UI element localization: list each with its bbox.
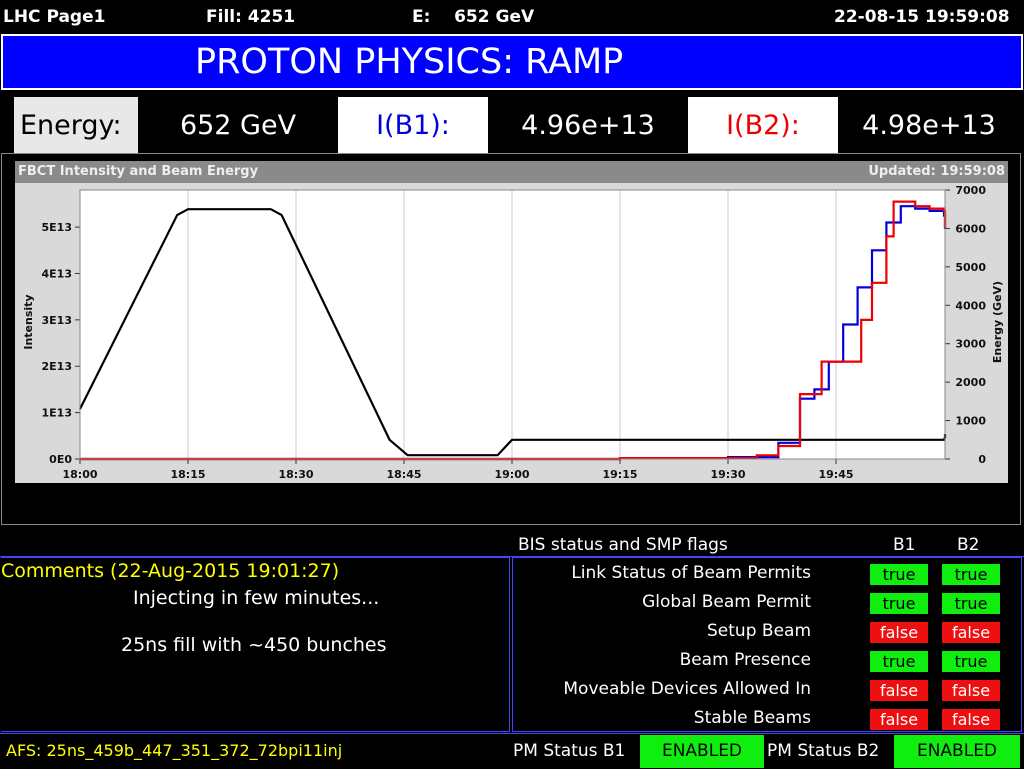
flag-label: Global Beam Permit	[642, 592, 811, 612]
flag-label: Link Status of Beam Permits	[571, 563, 811, 583]
flag-label: Stable Beams	[693, 708, 811, 728]
y2-axis-label: Energy (GeV)	[991, 281, 1004, 363]
y2-tick-label: 7000	[955, 184, 986, 197]
flag-b1-badge: false	[870, 709, 928, 730]
comment-line-2: 25ns fill with ~450 bunches	[121, 634, 387, 656]
y2-tick-label: 2000	[955, 376, 986, 389]
footer-bar: AFS: 25ns_459b_447_351_372_72bpi11inj PM…	[0, 733, 1024, 769]
y-tick-label: 0E0	[49, 453, 72, 466]
x-tick-label: 19:00	[494, 468, 529, 481]
pm-status-b2-value: ENABLED	[894, 735, 1020, 768]
y2-tick-label: 6000	[955, 222, 986, 235]
flag-b1-badge: true	[870, 651, 928, 672]
flag-label: Setup Beam	[707, 621, 811, 641]
flag-row: Moveable Devices Allowed In false false	[513, 675, 1023, 704]
flag-b2-badge: false	[942, 680, 1000, 701]
y-axis-label: Intensity	[22, 294, 35, 349]
pm-status-b1-value: ENABLED	[640, 735, 764, 768]
flag-row: Setup Beam false false	[513, 617, 1023, 646]
pm-status-b2-label: PM Status B2	[767, 741, 880, 761]
flag-b2-badge: true	[942, 593, 1000, 614]
y2-tick-label: 0	[978, 453, 986, 466]
flag-label: Beam Presence	[679, 650, 811, 670]
flag-b2-badge: true	[942, 564, 1000, 585]
pm-status-b1-label: PM Status B1	[513, 741, 626, 761]
x-tick-label: 19:45	[818, 468, 853, 481]
flag-row: Link Status of Beam Permits true true	[513, 559, 1023, 588]
flag-b2-badge: false	[942, 709, 1000, 730]
flag-b2-badge: false	[942, 622, 1000, 643]
flag-b1-badge: false	[870, 622, 928, 643]
y-tick-label: 4E13	[42, 267, 72, 280]
flag-row: Stable Beams false false	[513, 704, 1023, 733]
y-tick-label: 2E13	[42, 360, 72, 373]
x-tick-label: 18:00	[62, 468, 97, 481]
y2-tick-label: 1000	[955, 415, 986, 428]
afs-label: AFS: 25ns_459b_447_351_372_72bpi11inj	[6, 741, 343, 760]
x-tick-label: 18:45	[386, 468, 421, 481]
x-tick-label: 18:30	[278, 468, 313, 481]
flags-col-b1: B1	[893, 535, 916, 555]
flags-col-b2: B2	[957, 535, 980, 555]
flag-row: Beam Presence true true	[513, 646, 1023, 675]
flags-heading: BIS status and SMP flags	[518, 535, 728, 555]
flag-b1-badge: true	[870, 564, 928, 585]
flag-label: Moveable Devices Allowed In	[563, 679, 811, 699]
flag-row: Global Beam Permit true true	[513, 588, 1023, 617]
x-tick-label: 18:15	[170, 468, 205, 481]
comment-line-1: Injecting in few minutes...	[133, 587, 380, 609]
y2-tick-label: 5000	[955, 261, 986, 274]
bis-smp-flags-panel: Link Status of Beam Permits true true Globa…	[512, 557, 1022, 732]
flag-b1-badge: false	[870, 680, 928, 701]
y2-tick-label: 4000	[955, 299, 986, 312]
comments-heading: Comments (22-Aug-2015 19:01:27)	[1, 560, 340, 582]
comments-panel: Comments (22-Aug-2015 19:01:27) Injectin…	[1, 557, 510, 732]
intensity-energy-chart: 18:00 18:15 18:30 18:45 19:00 19:15 19:30 19:45…	[22, 184, 1004, 481]
flag-b2-badge: true	[942, 651, 1000, 672]
y2-tick-label: 3000	[955, 338, 986, 351]
x-tick-label: 19:30	[710, 468, 745, 481]
x-tick-label: 19:15	[602, 468, 637, 481]
y-tick-label: 3E13	[42, 314, 72, 327]
y-tick-label: 1E13	[42, 407, 72, 420]
flag-b1-badge: true	[870, 593, 928, 614]
y-tick-label: 5E13	[42, 221, 72, 234]
